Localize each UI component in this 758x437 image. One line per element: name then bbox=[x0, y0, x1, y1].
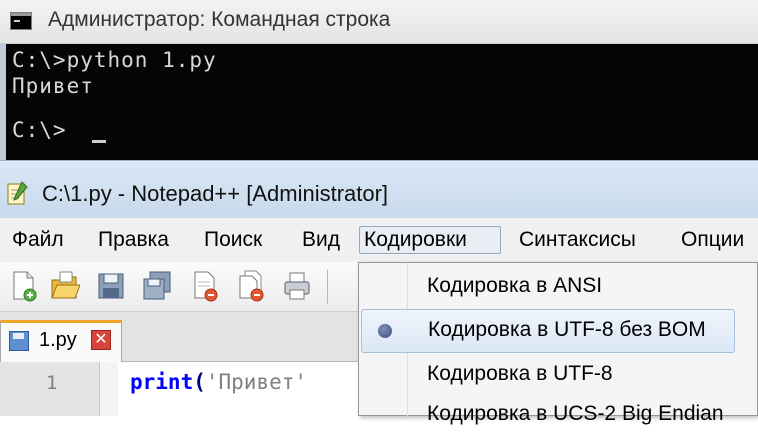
menu-item-encode-ansi[interactable]: Кодировка в ANSI bbox=[359, 265, 757, 309]
menu-options[interactable]: Опции bbox=[677, 226, 748, 254]
close-icon[interactable] bbox=[190, 270, 220, 302]
npp-window-title: C:\1.py - Notepad++ [Administrator] bbox=[42, 181, 389, 206]
menu-item-encode-utf8-no-bom[interactable]: Кодировка в UTF-8 без BOM bbox=[361, 309, 735, 353]
save-icon[interactable] bbox=[96, 270, 126, 302]
fold-margin bbox=[100, 362, 118, 416]
console-line: C:\>python 1.py bbox=[12, 48, 217, 72]
menu-bar: Файл Правка Поиск Вид Кодировки Синтакси… bbox=[0, 218, 758, 262]
menu-edit[interactable]: Правка bbox=[94, 226, 173, 254]
menu-file[interactable]: Файл bbox=[8, 226, 68, 254]
new-file-icon[interactable] bbox=[8, 270, 38, 302]
cmd-window-icon bbox=[10, 12, 32, 30]
menu-item-encode-utf8[interactable]: Кодировка в UTF-8 bbox=[359, 353, 757, 397]
open-file-icon[interactable] bbox=[50, 270, 80, 302]
saved-file-icon bbox=[9, 331, 29, 351]
menu-syntax[interactable]: Синтаксисы bbox=[515, 226, 640, 254]
close-tab-icon[interactable]: ✕ bbox=[91, 330, 111, 350]
close-all-icon[interactable] bbox=[236, 270, 266, 302]
menu-item-label: Кодировка в UTF-8 без BOM bbox=[428, 318, 706, 341]
line-number-gutter: 1 bbox=[0, 362, 100, 416]
toolbar bbox=[0, 262, 360, 312]
menu-encoding[interactable]: Кодировки bbox=[359, 226, 501, 254]
menu-view[interactable]: Вид bbox=[298, 226, 344, 254]
menu-item-label: Кодировка в ANSI bbox=[427, 274, 603, 297]
code-editor[interactable]: 1 print('Привет' bbox=[0, 362, 360, 416]
console-line: C:\> bbox=[12, 118, 67, 142]
save-all-icon[interactable] bbox=[142, 270, 172, 302]
notepad-plus-plus-icon bbox=[7, 181, 28, 205]
cmd-console-output[interactable]: C:\>python 1.py Привет C:\> bbox=[0, 44, 758, 160]
tab-bar: 1.py ✕ bbox=[0, 312, 360, 362]
code-string: 'Привет' bbox=[205, 370, 308, 394]
console-cursor bbox=[92, 140, 106, 143]
menu-item-encode-ucs2-be[interactable]: Кодировка в UCS-2 Big Endian bbox=[359, 393, 757, 437]
code-paren: ( bbox=[193, 370, 206, 394]
line-number: 1 bbox=[46, 372, 58, 394]
menu-search[interactable]: Поиск bbox=[200, 226, 266, 254]
toolbar-separator bbox=[327, 270, 328, 304]
selected-radio-icon bbox=[378, 324, 392, 338]
encoding-dropdown-menu: Кодировка в ANSI Кодировка в UTF-8 без B… bbox=[358, 262, 758, 425]
menu-item-label: Кодировка в UCS-2 Big Endian bbox=[427, 402, 724, 425]
npp-titlebar: C:\1.py - Notepad++ [Administrator] bbox=[0, 160, 758, 218]
code-line: print('Привет' bbox=[130, 370, 307, 394]
code-keyword: print bbox=[130, 370, 194, 394]
tab-label: 1.py bbox=[39, 329, 77, 351]
tab-1-py[interactable]: 1.py ✕ bbox=[0, 320, 122, 362]
cmd-titlebar: Администратор: Командная строка bbox=[0, 0, 758, 44]
console-line: Привет bbox=[12, 74, 94, 98]
cmd-window-title: Администратор: Командная строка bbox=[48, 8, 391, 31]
menu-item-label: Кодировка в UTF-8 bbox=[427, 362, 613, 385]
print-icon[interactable] bbox=[282, 270, 312, 302]
